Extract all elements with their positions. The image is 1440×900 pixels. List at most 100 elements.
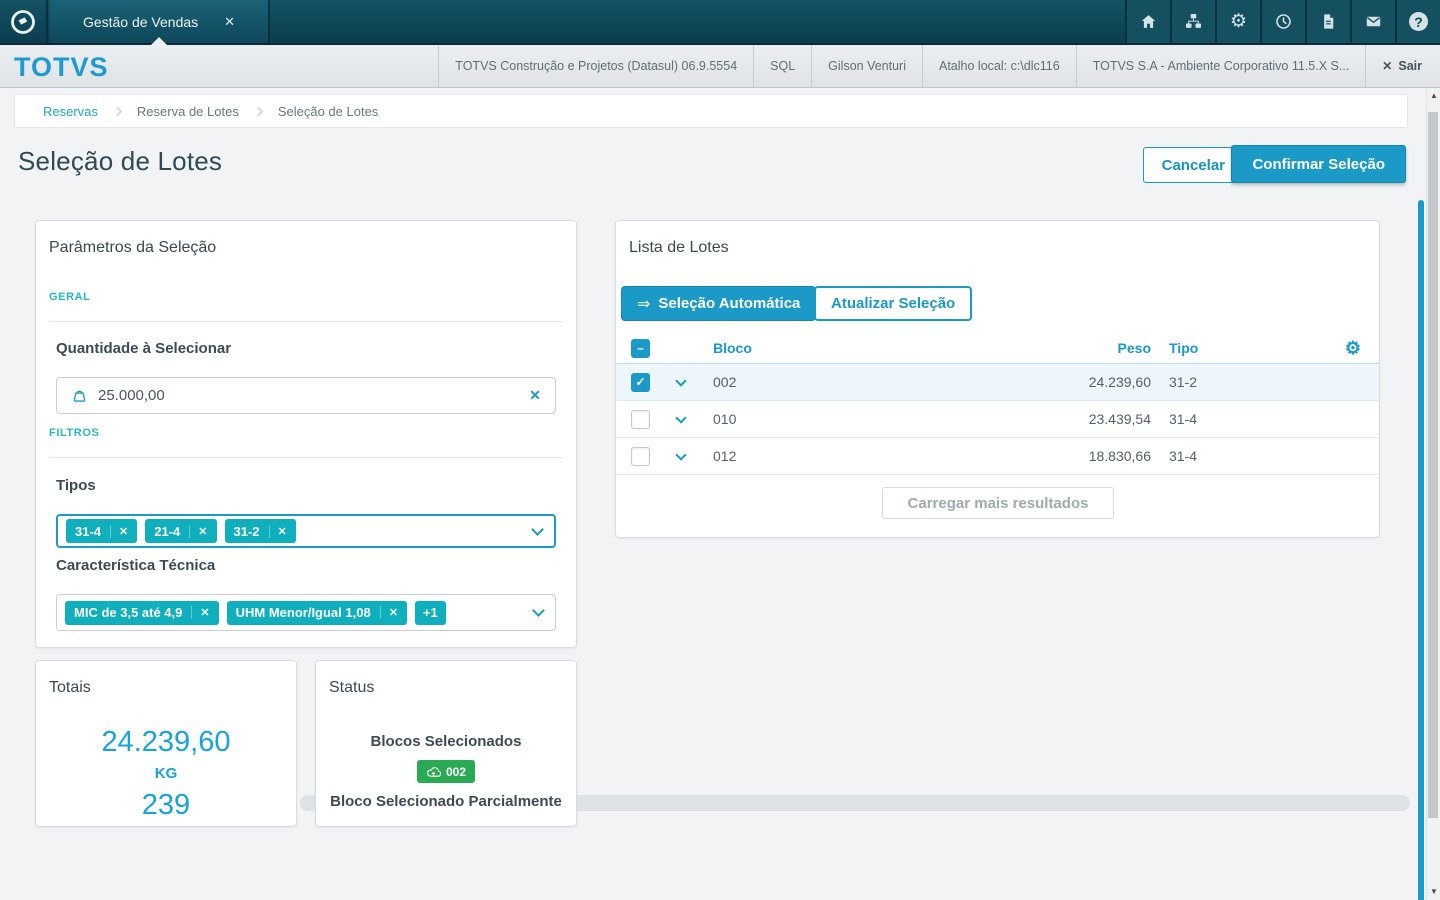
column-header-bloco[interactable]: Bloco: [713, 340, 893, 356]
tipos-label: Tipos: [56, 477, 96, 494]
select-all-checkbox[interactable]: –: [631, 339, 650, 358]
main-content: Reservas Reserva de Lotes Seleção de Lot…: [0, 88, 1440, 900]
row-checkbox-checked[interactable]: ✓: [631, 373, 650, 392]
row-expand-toggle[interactable]: [670, 380, 692, 385]
settings-button[interactable]: ⚙: [1215, 0, 1260, 43]
tag-caracteristica[interactable]: UHM Menor/Igual 1,08 ✕: [227, 601, 407, 625]
cell-peso: 24.239,60: [893, 374, 1151, 390]
sitemap-icon: [1184, 12, 1203, 31]
tab-close-icon[interactable]: ✕: [224, 14, 235, 30]
status-badge-value: 002: [446, 765, 466, 779]
parameters-panel: Parâmetros da Seleção GERAL Quantidade à…: [35, 220, 577, 648]
breadcrumb-item-reservas[interactable]: Reservas: [43, 104, 98, 119]
chevron-down-icon: [675, 375, 686, 386]
table-row[interactable]: ✓ 002 24.239,60 31-2: [616, 364, 1379, 401]
tag-tipo[interactable]: 31-4 ✕: [66, 519, 137, 543]
documents-button[interactable]: [1305, 0, 1350, 43]
cell-tipo: 31-4: [1169, 411, 1239, 427]
cancel-button[interactable]: Cancelar: [1143, 147, 1244, 183]
vertical-scrollbar-thumb[interactable]: [1428, 112, 1438, 818]
totals-panel: Totais 24.239,60 KG 239: [35, 660, 297, 827]
caracteristica-label: Característica Técnica: [56, 557, 215, 574]
logout-button[interactable]: ✕ Sair: [1365, 45, 1432, 87]
table-row[interactable]: 012 18.830,66 31-4: [616, 438, 1379, 475]
load-more-button[interactable]: Carregar mais resultados: [882, 487, 1114, 519]
env-user-label: Gilson Venturi: [811, 45, 922, 87]
status-line-blocos-selecionados: Blocos Selecionados: [316, 731, 576, 753]
tag-close-icon[interactable]: ✕: [189, 525, 207, 538]
scroll-down-arrow[interactable]: ▼: [1427, 884, 1440, 900]
status-title: Status: [329, 679, 374, 697]
tag-close-icon[interactable]: ✕: [269, 525, 287, 538]
chevron-down-icon[interactable]: [531, 523, 544, 536]
total-weight-unit: KG: [36, 761, 296, 786]
tag-tipo[interactable]: 31-2 ✕: [225, 519, 296, 543]
clock-icon: [1274, 12, 1293, 31]
table-settings-gear-icon[interactable]: ⚙: [1339, 338, 1361, 359]
breadcrumb-item-reserva-de-lotes[interactable]: Reserva de Lotes: [137, 104, 239, 119]
row-expand-toggle[interactable]: [670, 417, 692, 422]
home-button[interactable]: [1125, 0, 1170, 43]
tag-tipo[interactable]: 21-4 ✕: [145, 519, 216, 543]
divider: [49, 457, 563, 458]
cell-bloco: 010: [713, 411, 893, 427]
brand-bar: TOTVS TOTVS Construção e Projetos (Datas…: [0, 45, 1440, 88]
top-app-bar: Gestão de Vendas ✕ ⚙: [0, 0, 1440, 45]
env-database-label: SQL: [753, 45, 811, 87]
app-vertical-scrollbar-thumb[interactable]: [1418, 200, 1424, 900]
totals-title: Totais: [49, 679, 91, 697]
arrow-right-icon: ⇒: [637, 294, 650, 314]
brand-logo-text: TOTVS: [14, 52, 109, 83]
auto-selection-label: Seleção Automática: [658, 295, 800, 312]
table-row[interactable]: 010 23.439,54 31-4: [616, 401, 1379, 438]
totvs-logo-button[interactable]: [0, 0, 48, 43]
auto-selection-button[interactable]: ⇒ Seleção Automática: [621, 286, 816, 321]
column-header-tipo[interactable]: Tipo: [1169, 340, 1239, 356]
parameters-title: Parâmetros da Seleção: [49, 239, 216, 257]
logout-label: Sair: [1398, 59, 1422, 73]
scroll-up-arrow[interactable]: ▲: [1427, 88, 1440, 104]
cloud-upload-icon: [426, 766, 441, 778]
confirm-selection-button[interactable]: Confirmar Seleção: [1231, 145, 1406, 183]
quantity-input[interactable]: 25.000,00 ✕: [56, 377, 556, 414]
chevron-right-icon: [253, 106, 263, 116]
column-header-peso[interactable]: Peso: [893, 340, 1151, 356]
row-expand-toggle[interactable]: [670, 454, 692, 459]
env-shortcut-label: Atalho local: c:\dlc116: [922, 45, 1076, 87]
lots-list-title: Lista de Lotes: [629, 239, 729, 257]
totvs-logo-icon: [9, 8, 37, 36]
status-content: Blocos Selecionados 002 Bloco Selecionad…: [316, 731, 576, 813]
mail-icon: [1364, 12, 1383, 31]
tipos-multiselect[interactable]: 31-4 ✕ 21-4 ✕ 31-2 ✕: [56, 514, 556, 548]
tag-label: 21-4: [154, 524, 180, 539]
mail-button[interactable]: [1350, 0, 1395, 43]
status-badge: 002: [417, 760, 475, 783]
row-checkbox-unchecked[interactable]: [631, 410, 650, 429]
clock-button[interactable]: [1260, 0, 1305, 43]
sitemap-button[interactable]: [1170, 0, 1215, 43]
chevron-down-icon[interactable]: [532, 604, 545, 617]
tab-title: Gestão de Vendas: [83, 14, 198, 30]
lots-list-panel: Lista de Lotes ⇒ Seleção Automática Atua…: [615, 220, 1380, 538]
total-weight-value: 24.239,60: [36, 723, 296, 761]
weight-icon: [71, 387, 88, 404]
close-icon: ✕: [1382, 59, 1392, 73]
totals-values: 24.239,60 KG 239: [36, 723, 296, 824]
caracteristica-multiselect[interactable]: MIC de 3,5 até 4,9 ✕ UHM Menor/Igual 1,0…: [56, 594, 556, 631]
tag-label: MIC de 3,5 até 4,9: [74, 605, 182, 620]
refresh-selection-button[interactable]: Atualizar Seleção: [814, 286, 972, 321]
status-line-parcialmente: Bloco Selecionado Parcialmente: [316, 791, 576, 813]
tag-caracteristica[interactable]: MIC de 3,5 até 4,9 ✕: [65, 601, 219, 625]
chevron-right-icon: [112, 106, 122, 116]
row-checkbox-unchecked[interactable]: [631, 447, 650, 466]
more-tags-badge[interactable]: +1: [415, 601, 446, 625]
clear-icon[interactable]: ✕: [529, 387, 541, 404]
env-company-label: TOTVS S.A - Ambiente Corporativo 11.5.X …: [1076, 45, 1366, 87]
tag-close-icon[interactable]: ✕: [380, 606, 398, 619]
help-button[interactable]: ?: [1395, 0, 1440, 43]
tag-close-icon[interactable]: ✕: [110, 525, 128, 538]
check-icon: ✓: [635, 375, 645, 389]
environment-info-group: TOTVS Construção e Projetos (Datasul) 06…: [438, 45, 1432, 87]
tag-close-icon[interactable]: ✕: [191, 606, 209, 619]
tag-label: UHM Menor/Igual 1,08: [236, 605, 371, 620]
